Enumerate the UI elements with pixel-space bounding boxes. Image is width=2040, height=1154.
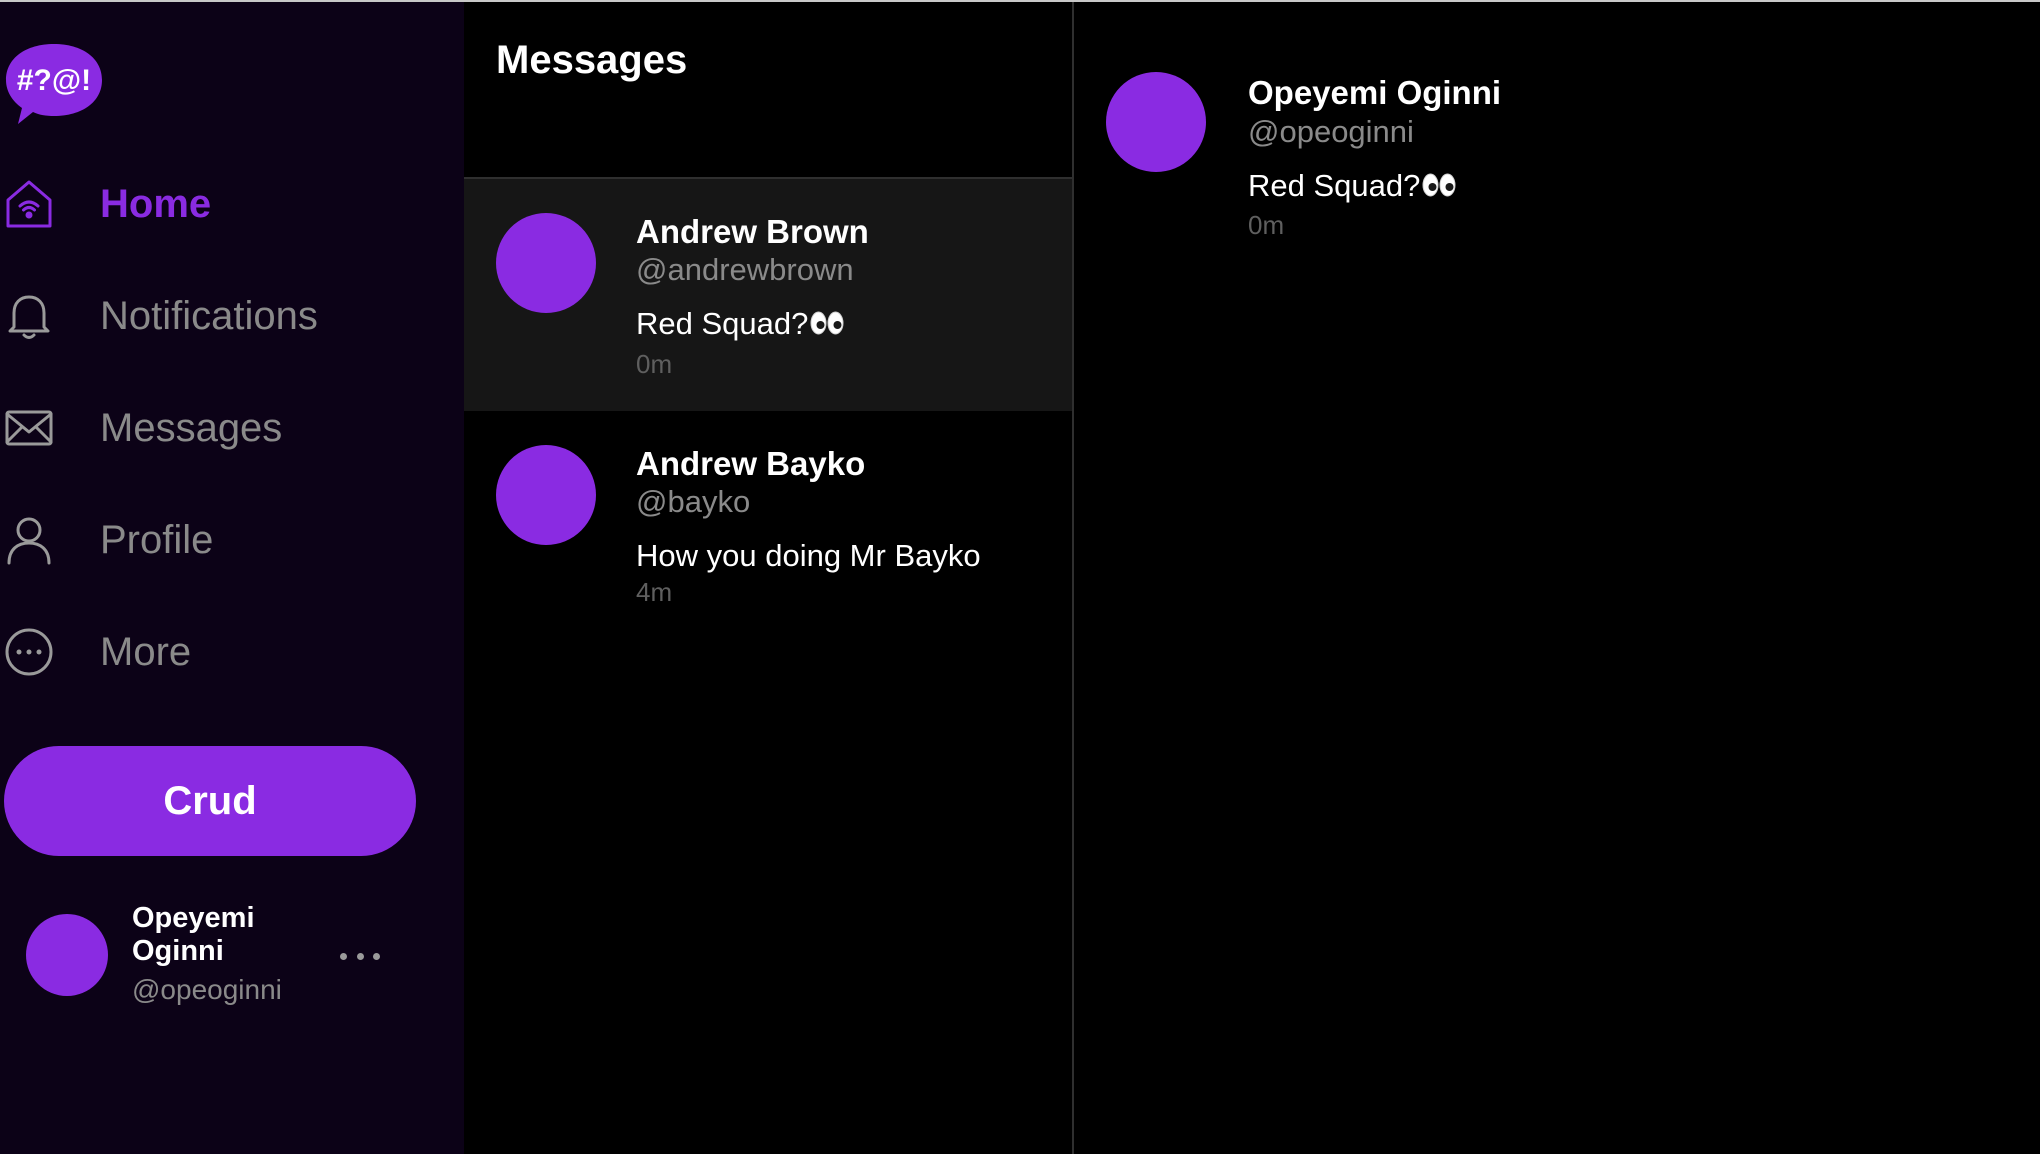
- message-author-handle: @opeoginni: [1248, 114, 1414, 149]
- eyes-emoji-icon: [1422, 173, 1456, 197]
- svg-text:#?@!: #?@!: [17, 64, 91, 97]
- conversation-preview: Red Squad?: [636, 306, 844, 342]
- account-handle: @opeoginni: [132, 974, 282, 1005]
- conversation-name: Andrew Brown: [636, 213, 869, 250]
- sidebar-item-profile[interactable]: Profile: [0, 500, 440, 580]
- app-window: #?@! Home Notifications Messages Profile…: [0, 0, 2040, 1154]
- conversation-time: 4m: [636, 577, 673, 607]
- bell-icon: [2, 289, 56, 343]
- sidebar-item-messages[interactable]: Messages: [0, 388, 440, 468]
- conversation-item[interactable]: Andrew Bayko @bayko How you doing Mr Bay…: [464, 411, 1072, 643]
- conversation-name: Andrew Bayko: [636, 445, 866, 482]
- sidebar-item-label: More: [100, 629, 192, 674]
- message-author-name: Opeyemi Oginni: [1248, 74, 1502, 111]
- eyes-emoji-icon: [810, 311, 844, 335]
- avatar: [496, 445, 596, 545]
- conversation-handle: @andrewbrown: [636, 252, 854, 287]
- sidebar-item-label: Home: [100, 181, 212, 226]
- sidebar-item-label: Profile: [100, 517, 214, 562]
- home-icon: [2, 177, 56, 231]
- conversation-item[interactable]: Andrew Brown @andrewbrown Red Squad? 0m: [464, 179, 1072, 411]
- more-dots-icon[interactable]: [340, 944, 380, 968]
- avatar: [26, 914, 108, 996]
- logo[interactable]: #?@!: [4, 42, 104, 126]
- sidebar-item-notifications[interactable]: Notifications: [0, 276, 440, 356]
- crud-button[interactable]: Crud: [4, 746, 416, 856]
- user-icon: [2, 513, 56, 567]
- message-text-content: Red Squad?: [1248, 168, 1421, 203]
- conversation-time: 0m: [636, 349, 673, 379]
- account-name: Opeyemi Oginni: [132, 902, 255, 967]
- page-title: Messages: [496, 38, 688, 82]
- sidebar-item-home[interactable]: Home: [0, 164, 440, 244]
- message-text: Red Squad?: [1248, 168, 1456, 204]
- more-circle-icon: [2, 625, 56, 679]
- conversation-handle: @bayko: [636, 484, 751, 519]
- sidebar: #?@! Home Notifications Messages Profile…: [0, 2, 464, 1154]
- avatar[interactable]: [1106, 72, 1206, 172]
- avatar: [496, 213, 596, 313]
- sidebar-item-label: Notifications: [100, 293, 318, 338]
- conversation-preview-text: Red Squad?: [636, 306, 809, 341]
- message-time: 0m: [1248, 210, 1285, 240]
- sidebar-item-label: Messages: [100, 405, 283, 450]
- conversation-detail: Opeyemi Oginni @opeoginni Red Squad? 0m: [1076, 2, 2040, 1154]
- messages-panel: Messages Andrew Brown @andrewbrown Red S…: [464, 2, 1074, 1154]
- logo-icon: #?@!: [6, 44, 102, 124]
- mail-icon: [2, 401, 56, 455]
- account-switcher[interactable]: Opeyemi Oginni @opeoginni: [26, 902, 406, 1012]
- sidebar-item-more[interactable]: More: [0, 612, 440, 692]
- conversation-preview: How you doing Mr Bayko: [636, 538, 981, 573]
